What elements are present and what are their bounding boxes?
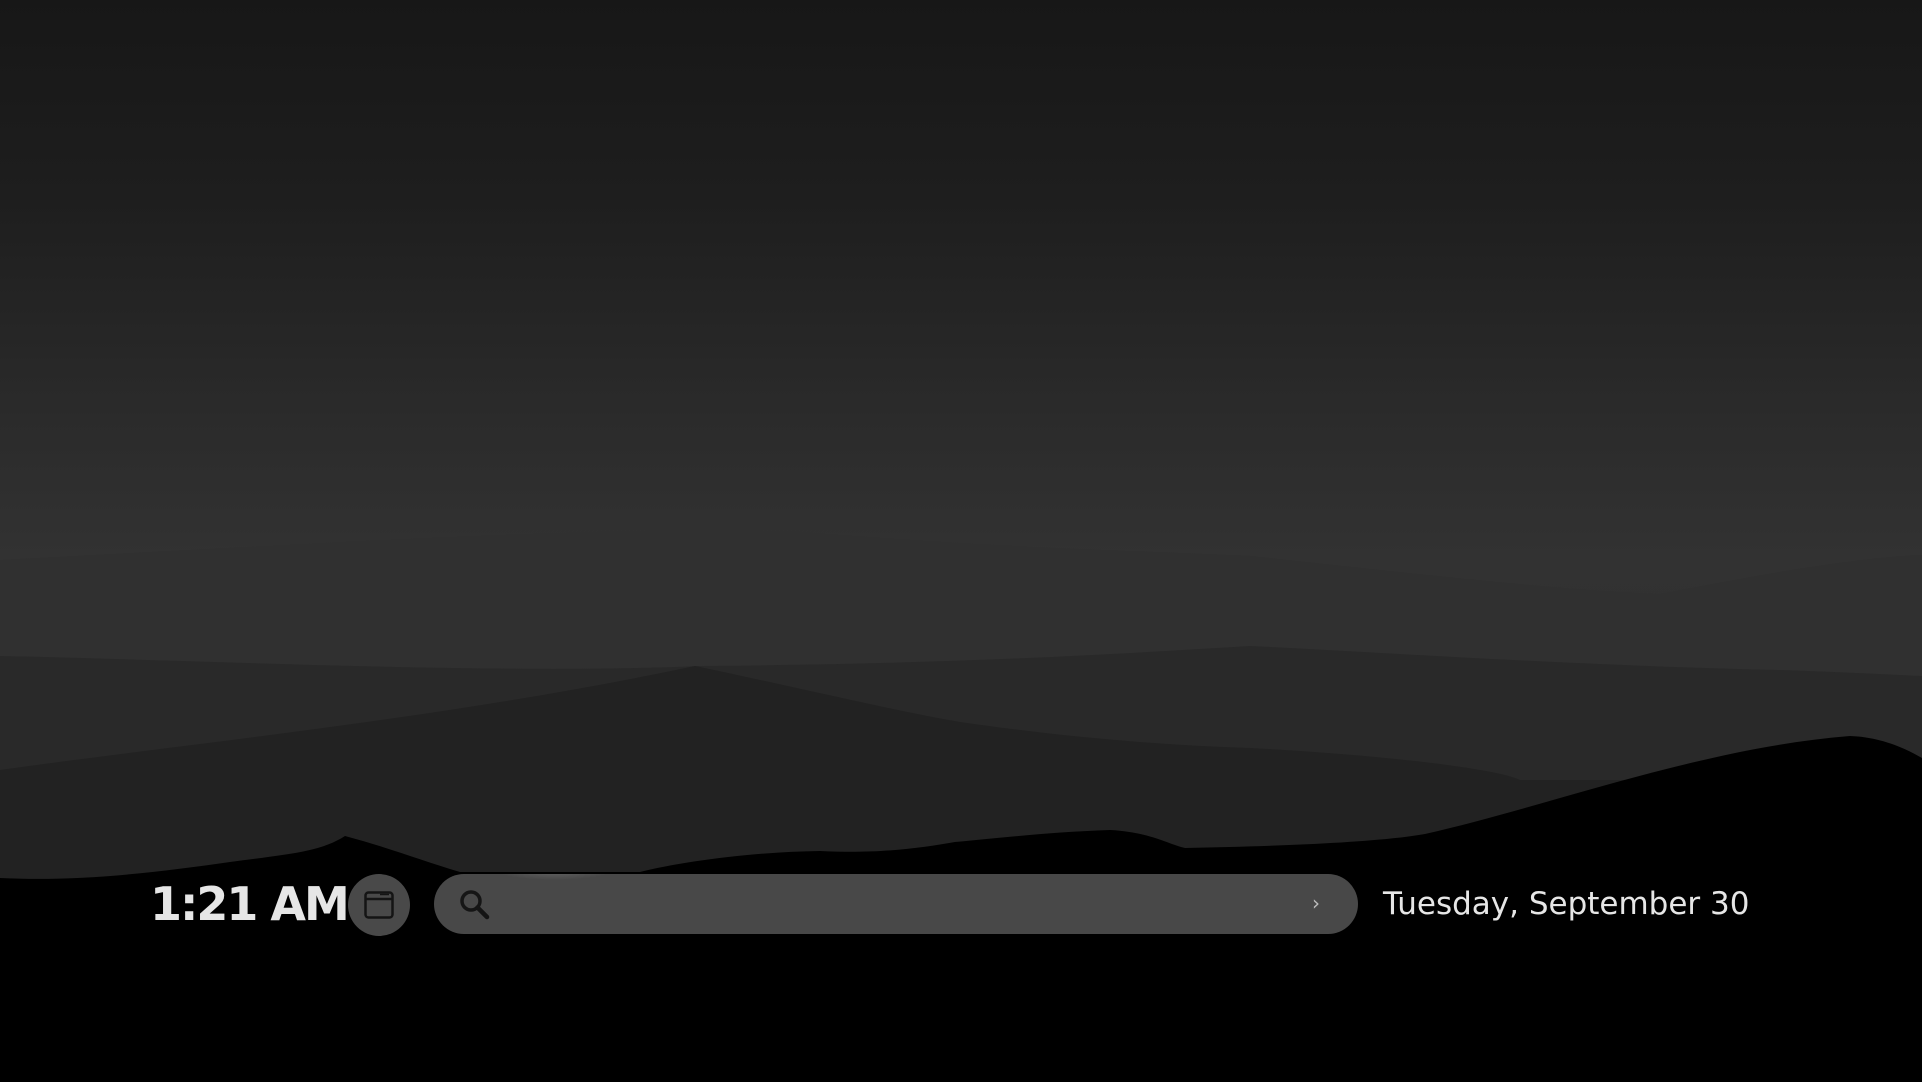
chevron-right-icon: › (1312, 891, 1320, 915)
search-bar: › (434, 874, 1358, 934)
search-bar-highlight (494, 874, 614, 880)
bottom-toolbar: 1:21 AM › Tuesday, September 30 (0, 872, 1922, 936)
date-display: Tuesday, September 30 (1383, 886, 1750, 922)
clock-time: 1:21 AM (150, 877, 350, 931)
window-button[interactable] (348, 874, 410, 936)
search-input[interactable] (504, 884, 1288, 926)
search-icon (460, 890, 490, 920)
search-submit-button[interactable]: › (1296, 884, 1336, 924)
window-icon (364, 891, 394, 919)
desktop-screen: 1:21 AM › Tuesday, September 30 (0, 0, 1922, 1082)
